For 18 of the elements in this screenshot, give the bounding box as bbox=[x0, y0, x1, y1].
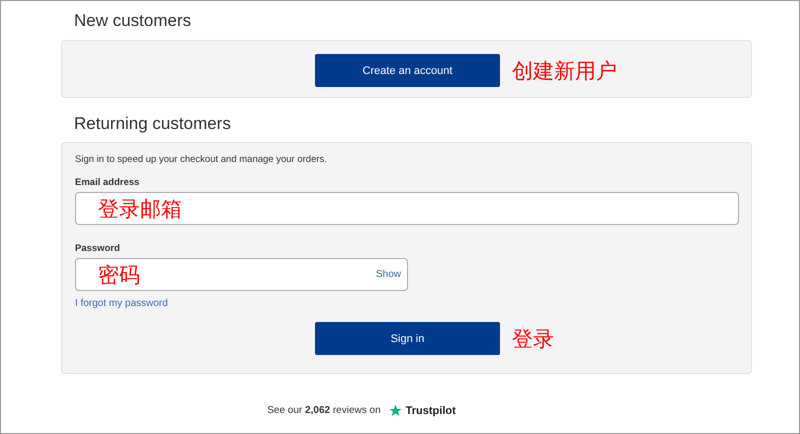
annotation-text: 登录 bbox=[512, 326, 554, 352]
section-heading: Returning customers bbox=[73, 113, 232, 135]
sign-in-button[interactable]: Sign in bbox=[315, 322, 500, 355]
email-field[interactable]: 登录邮箱 bbox=[75, 192, 739, 225]
annotation-text: 密码 bbox=[98, 262, 140, 288]
intro-text: Sign in to speed up your checkout and manage your orders. bbox=[75, 154, 327, 165]
field-label: Password bbox=[75, 243, 120, 254]
field-label: Email address bbox=[75, 177, 140, 188]
create-account-button[interactable]: Create an account bbox=[315, 54, 500, 87]
section-heading: New customers bbox=[73, 10, 192, 32]
star-icon bbox=[388, 404, 402, 417]
show-password-button[interactable]: Show bbox=[376, 269, 401, 280]
password-field[interactable]: 密码 Show bbox=[75, 258, 408, 291]
annotation-text: 创建新用户 bbox=[512, 58, 617, 84]
annotation-text: 登录邮箱 bbox=[98, 196, 182, 222]
forgot-password-link[interactable]: I forgot my password bbox=[75, 298, 168, 309]
trustpilot-logo-text: Trustpilot bbox=[406, 404, 456, 416]
reviews-text: See our 2,062 reviews on bbox=[267, 405, 381, 416]
